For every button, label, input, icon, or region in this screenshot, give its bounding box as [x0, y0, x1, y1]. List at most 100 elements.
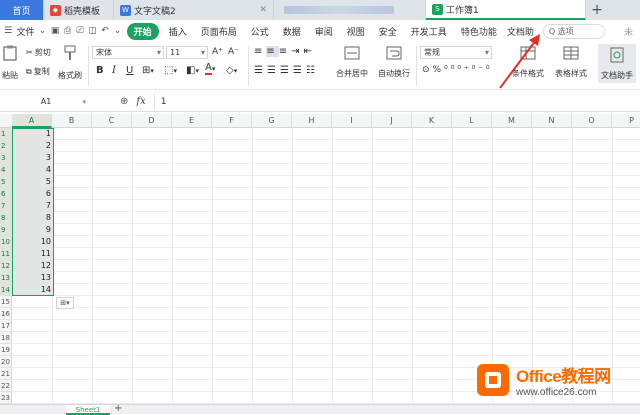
cell-a11[interactable]: 11 [12, 248, 53, 260]
vertical-align-group[interactable]: ≡ ≡ ≡ ⇥ ⇤ [254, 46, 316, 57]
cell-a8[interactable]: 8 [12, 212, 53, 224]
add-sheet-button[interactable]: + [114, 403, 122, 414]
menu-data[interactable]: 数据 [276, 25, 308, 38]
font-name-select[interactable]: 宋体 ▾ [92, 46, 164, 59]
paste-button[interactable]: 粘贴 [1, 44, 19, 81]
row-header-21[interactable]: 21 [0, 368, 12, 380]
fill-button[interactable]: ◧ ▾ [186, 65, 199, 76]
column-header-e[interactable]: E [172, 114, 212, 128]
cell-a13[interactable]: 13 [12, 272, 53, 284]
row-header-17[interactable]: 17 [0, 320, 12, 332]
column-header-i[interactable]: I [332, 114, 372, 128]
fx-button[interactable]: fx [136, 96, 145, 107]
menu-view[interactable]: 视图 [340, 25, 372, 38]
row-header-5[interactable]: 5 [0, 176, 12, 188]
number-format-select[interactable]: 常规 ▾ [420, 46, 492, 59]
cell-a12[interactable]: 12 [12, 260, 53, 272]
export-icon[interactable]: ⎙ [63, 25, 71, 37]
menu-developer[interactable]: 开发工具 [404, 25, 454, 38]
close-icon[interactable]: ✕ [259, 5, 267, 15]
column-header-b[interactable]: B [52, 114, 92, 128]
format-painter-button[interactable]: 格式刷 [58, 44, 82, 81]
column-header-p[interactable]: P [612, 114, 640, 128]
row-header-20[interactable]: 20 [0, 356, 12, 368]
horizontal-align-group[interactable]: ☰ ☰ ☰ ☰ ☷ [254, 65, 319, 76]
bold-button[interactable]: B [96, 65, 104, 76]
cell-a9[interactable]: 9 [12, 224, 53, 236]
row-header-6[interactable]: 6 [0, 188, 12, 200]
cell-a6[interactable]: 6 [12, 188, 53, 200]
cell-a1[interactable]: 1 [12, 128, 53, 140]
column-header-m[interactable]: M [492, 114, 532, 128]
new-tab-button[interactable]: + [586, 0, 608, 20]
clear-button[interactable]: ◇ ▾ [226, 65, 237, 76]
cell-a5[interactable]: 5 [12, 176, 53, 188]
font-color-button[interactable]: A ▾ [205, 63, 215, 75]
row-header-11[interactable]: 11 [0, 248, 12, 260]
tab-document[interactable]: W 文字文稿2 ✕ [114, 0, 274, 20]
row-header-12[interactable]: 12 [0, 260, 12, 272]
autofill-options-button[interactable]: ⊞▾ [56, 297, 74, 309]
menu-file[interactable]: 文件 [14, 25, 36, 38]
cell-a14[interactable]: 14 [12, 284, 53, 296]
border-button[interactable]: ⊞ ▾ [142, 65, 154, 76]
row-header-19[interactable]: 19 [0, 344, 12, 356]
menu-security[interactable]: 安全 [372, 25, 404, 38]
row-header-8[interactable]: 8 [0, 212, 12, 224]
table-style-button[interactable]: 表格样式 [555, 44, 587, 79]
row-header-22[interactable]: 22 [0, 380, 12, 392]
number-tools-group[interactable]: ⊙% ⁰⁰⁰ ⁺⁰ ⁻⁰ [422, 65, 493, 75]
row-header-18[interactable]: 18 [0, 332, 12, 344]
menu-insert[interactable]: 插入 [162, 25, 194, 38]
merge-center-button[interactable]: 合并居中 [336, 44, 368, 79]
cell-a3[interactable]: 3 [12, 152, 53, 164]
italic-button[interactable]: I [112, 65, 116, 76]
shrink-font-button[interactable]: A⁻ [228, 47, 239, 57]
column-header-o[interactable]: O [572, 114, 612, 128]
menu-formula[interactable]: 公式 [244, 25, 276, 38]
name-box[interactable]: A1 ▾ [2, 94, 90, 110]
column-header-c[interactable]: C [92, 114, 132, 128]
row-header-9[interactable]: 9 [0, 224, 12, 236]
menu-start[interactable]: 开始 [126, 22, 159, 40]
hamburger-icon[interactable]: ☰ [4, 25, 12, 37]
cell-a4[interactable]: 4 [12, 164, 53, 176]
row-header-7[interactable]: 7 [0, 200, 12, 212]
row-header-4[interactable]: 4 [0, 164, 12, 176]
column-header-f[interactable]: F [212, 114, 252, 128]
column-header-g[interactable]: G [252, 114, 292, 128]
redo-icon[interactable]: ⌄ [113, 25, 122, 37]
cell-a2[interactable]: 2 [12, 140, 53, 152]
copy-button[interactable]: ⧉ 复制 [26, 66, 50, 77]
grow-font-button[interactable]: A⁺ [212, 47, 223, 57]
cut-button[interactable]: ✂ 剪切 [26, 47, 51, 58]
tab-blurred[interactable] [274, 0, 426, 20]
tab-template[interactable]: ◆ 稻壳模板 [44, 0, 114, 20]
column-header-h[interactable]: H [292, 114, 332, 128]
column-header-n[interactable]: N [532, 114, 572, 128]
cell-a10[interactable]: 10 [12, 236, 53, 248]
preview-icon[interactable]: ◫ [88, 25, 97, 37]
column-header-l[interactable]: L [452, 114, 492, 128]
row-header-2[interactable]: 2 [0, 140, 12, 152]
row-header-3[interactable]: 3 [0, 152, 12, 164]
menu-review[interactable]: 审阅 [308, 25, 340, 38]
save-icon[interactable]: ▣ [51, 25, 60, 37]
doc-assistant-button[interactable]: 文档助手 [598, 44, 636, 83]
wrap-text-button[interactable]: 自动换行 [378, 44, 410, 79]
row-header-13[interactable]: 13 [0, 272, 12, 284]
row-header-15[interactable]: 15 [0, 296, 12, 308]
row-header-1[interactable]: 1 [0, 128, 12, 140]
undo-icon[interactable]: ↶ [101, 25, 109, 37]
print-icon[interactable]: ⎚ [76, 25, 84, 37]
row-header-16[interactable]: 16 [0, 308, 12, 320]
underline-button[interactable]: U [126, 65, 133, 76]
menu-page-layout[interactable]: 页面布局 [194, 25, 244, 38]
tab-workbook[interactable]: S 工作簿1 [426, 0, 586, 20]
column-header-j[interactable]: J [372, 114, 412, 128]
tab-home[interactable]: 首页 [0, 0, 44, 20]
row-header-10[interactable]: 10 [0, 236, 12, 248]
cell-a7[interactable]: 7 [12, 200, 53, 212]
column-header-k[interactable]: K [412, 114, 452, 128]
fill-color-button[interactable]: ⬚ ▾ [164, 65, 177, 76]
